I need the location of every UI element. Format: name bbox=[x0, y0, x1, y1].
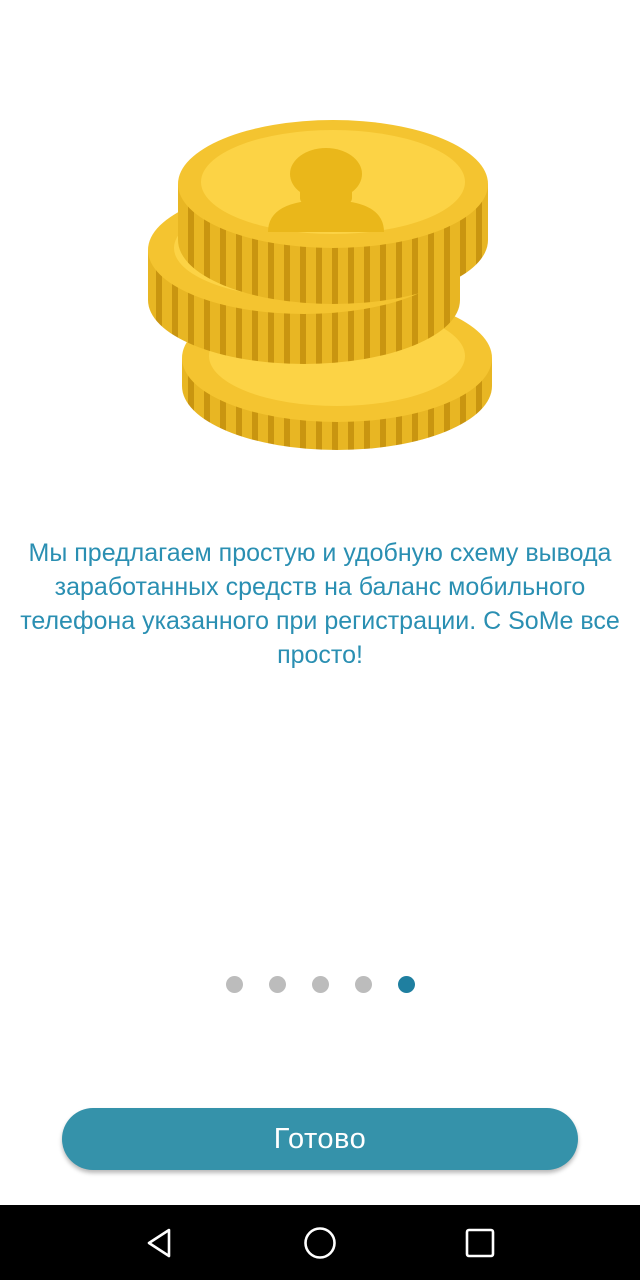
coin-top bbox=[178, 120, 488, 304]
system-navigation-bar bbox=[0, 1205, 640, 1280]
page-dot-2[interactable] bbox=[268, 976, 286, 993]
page-dot-3[interactable] bbox=[311, 976, 329, 993]
page-indicator bbox=[0, 976, 640, 994]
page-dot-4[interactable] bbox=[354, 976, 372, 993]
done-button[interactable]: Готово bbox=[62, 1108, 578, 1170]
onboarding-description: Мы предлагаем простую и удобную схему вы… bbox=[20, 539, 620, 669]
back-icon[interactable] bbox=[140, 1223, 180, 1263]
onboarding-screen: Мы предлагаем простую и удобную схему вы… bbox=[0, 0, 640, 1205]
home-icon[interactable] bbox=[300, 1223, 340, 1263]
coins-stack-icon bbox=[148, 120, 492, 450]
page-dot-1[interactable] bbox=[225, 976, 243, 993]
page-dot-5-active[interactable] bbox=[397, 976, 415, 993]
recents-icon[interactable] bbox=[460, 1223, 500, 1263]
